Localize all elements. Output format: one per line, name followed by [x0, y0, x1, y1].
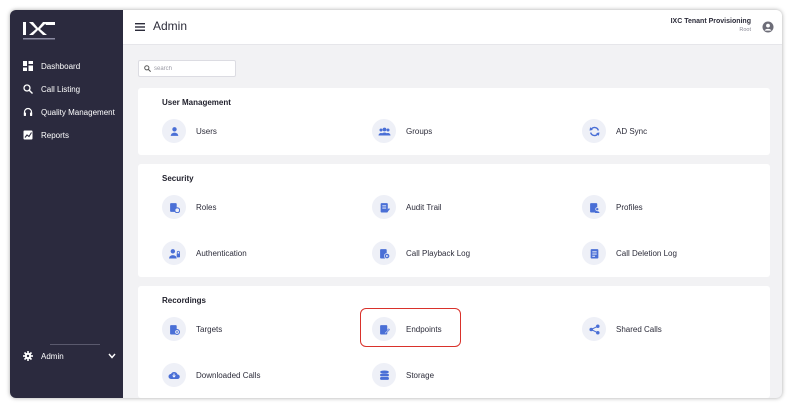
tile-groups[interactable]: Groups	[372, 119, 432, 143]
sync-icon	[582, 119, 606, 143]
tile-label: Call Playback Log	[406, 248, 471, 258]
reports-icon	[22, 130, 33, 141]
tile-call-playback-log[interactable]: Call Playback Log	[372, 241, 470, 265]
tile-call-deletion-log[interactable]: Call Deletion Log	[582, 241, 677, 265]
tenant-info[interactable]: IXC Tenant Provisioning Root	[671, 18, 751, 33]
sidebar-item-quality-management[interactable]: Quality Management	[22, 104, 115, 120]
section-title: User Management	[162, 98, 231, 107]
tenant-sub: Root	[739, 27, 751, 33]
search-box[interactable]	[138, 60, 236, 77]
storage-icon	[372, 363, 396, 387]
groups-icon	[372, 119, 396, 143]
tile-ad-sync[interactable]: AD Sync	[582, 119, 647, 143]
top-bar: Admin IXC Tenant Provisioning Root	[123, 10, 782, 45]
app-window: Dashboard Call Listing Quality Managemen…	[10, 10, 782, 398]
sidebar-item-label: Reports	[41, 130, 70, 140]
tile-label: Shared Calls	[616, 324, 662, 334]
profile-icon	[582, 195, 606, 219]
cloud-download-icon	[162, 363, 186, 387]
deletion-log-icon	[582, 241, 606, 265]
tile-shared-calls[interactable]: Shared Calls	[582, 317, 662, 341]
tile-audit-trail[interactable]: Audit Trail	[372, 195, 442, 219]
search-icon	[144, 65, 151, 72]
tile-label: Users	[196, 126, 217, 136]
sidebar: Dashboard Call Listing Quality Managemen…	[10, 10, 123, 398]
gear-icon	[22, 351, 33, 362]
section-title: Security	[162, 174, 194, 183]
tile-label: AD Sync	[616, 126, 648, 136]
sidebar-item-label: Quality Management	[41, 107, 115, 117]
audit-icon	[372, 195, 396, 219]
tile-targets[interactable]: Targets	[162, 317, 222, 341]
tile-authentication[interactable]: Authentication	[162, 241, 247, 265]
search-input[interactable]	[154, 65, 234, 72]
tile-label: Roles	[196, 202, 217, 212]
tile-label: Authentication	[196, 248, 247, 258]
user-account-icon[interactable]	[762, 21, 774, 33]
tile-label: Profiles	[616, 202, 643, 212]
sidebar-item-label: Call Listing	[41, 84, 81, 94]
tile-label: Storage	[406, 370, 435, 380]
sidebar-item-label: Admin	[41, 351, 64, 361]
share-icon	[582, 317, 606, 341]
sidebar-item-call-listing[interactable]: Call Listing	[22, 81, 80, 97]
sidebar-item-admin[interactable]: Admin	[22, 348, 116, 364]
sidebar-item-label: Dashboard	[41, 61, 81, 71]
tile-users[interactable]: Users	[162, 119, 217, 143]
ixc-cloud-logo[interactable]	[22, 20, 56, 42]
tile-label: Call Deletion Log	[616, 248, 677, 258]
hamburger-menu-icon[interactable]	[135, 22, 145, 32]
tile-roles[interactable]: Roles	[162, 195, 216, 219]
tile-label: Targets	[196, 324, 223, 334]
authentication-icon	[162, 241, 186, 265]
targets-icon	[162, 317, 186, 341]
tile-storage[interactable]: Storage	[372, 363, 434, 387]
section-title: Recordings	[162, 296, 207, 305]
roles-icon	[162, 195, 186, 219]
headset-icon	[22, 107, 33, 118]
tile-label: Audit Trail	[406, 202, 442, 212]
endpoints-highlight-box	[360, 308, 461, 347]
user-management-card: User Management Users Groups AD Sync	[138, 88, 770, 155]
tile-label: Groups	[406, 126, 433, 136]
tenant-name: IXC Tenant Provisioning	[670, 18, 751, 25]
sidebar-item-dashboard[interactable]: Dashboard	[22, 58, 80, 74]
security-card: Security Roles Audit Trail Profiles Auth…	[138, 164, 770, 277]
page-title: Admin	[153, 19, 188, 33]
dashboard-icon	[22, 61, 33, 72]
search-icon	[22, 84, 33, 95]
chevron-down-icon[interactable]	[108, 352, 116, 361]
sidebar-divider	[50, 344, 100, 345]
tile-profiles[interactable]: Profiles	[582, 195, 643, 219]
playback-log-icon	[372, 241, 396, 265]
tile-downloaded-calls[interactable]: Downloaded Calls	[162, 363, 260, 387]
tile-label: Downloaded Calls	[196, 370, 261, 380]
sidebar-item-reports[interactable]: Reports	[22, 127, 69, 143]
user-icon	[162, 119, 186, 143]
